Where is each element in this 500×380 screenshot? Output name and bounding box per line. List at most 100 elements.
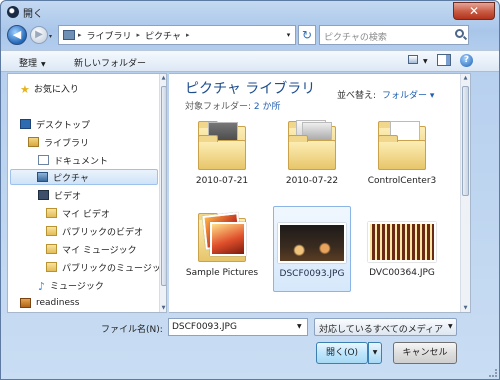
nav-label: ビデオ bbox=[54, 191, 82, 202]
nav-label: readiness bbox=[36, 298, 80, 308]
refresh-button[interactable]: ↻ bbox=[298, 25, 316, 45]
nav-label: ピクチャ bbox=[53, 173, 89, 184]
new-folder-button[interactable]: 新しいフォルダー bbox=[74, 56, 146, 69]
nav-item-pictures[interactable]: ピクチャ bbox=[10, 169, 158, 185]
scroll-up-icon[interactable]: ▲ bbox=[160, 75, 166, 81]
address-dropdown-icon[interactable]: ▾ bbox=[282, 25, 296, 45]
file-type-select[interactable]: 対応しているすべてのメディア bbox=[314, 318, 457, 336]
image-thumbnail bbox=[278, 211, 346, 267]
scroll-down-icon[interactable]: ▼ bbox=[160, 305, 166, 311]
image-item[interactable]: DVC00364.JPG bbox=[363, 206, 441, 279]
library-title: ピクチャ ライブラリ bbox=[185, 81, 316, 97]
folder-icon bbox=[46, 226, 57, 236]
library-subtitle: 対象フォルダー: 2 か所 bbox=[185, 99, 281, 112]
filename-dropdown-icon[interactable]: ▼ bbox=[297, 323, 302, 330]
arrange-dropdown[interactable]: フォルダー ▾ bbox=[382, 91, 434, 101]
breadcrumb-pictures[interactable]: ピクチャ bbox=[145, 29, 181, 42]
window-title: 開く bbox=[23, 9, 43, 20]
arrange-label: 並べ替え: bbox=[337, 91, 377, 101]
nav-label: お気に入り bbox=[33, 84, 79, 95]
view-icon[interactable] bbox=[408, 55, 418, 64]
title-bar: 開く ✕ bbox=[1, 1, 499, 23]
folder-icon bbox=[46, 208, 57, 218]
nav-item-my-videos[interactable]: マイ ビデオ bbox=[46, 205, 110, 221]
item-label: 2010-07-21 bbox=[195, 176, 249, 186]
nav-item-public-videos[interactable]: パブリックのビデオ bbox=[46, 223, 143, 239]
nav-item-desktop[interactable]: デスクトップ bbox=[20, 116, 90, 132]
nav-scroll-thumb[interactable] bbox=[161, 86, 166, 286]
folder-item[interactable]: 2010-07-21 bbox=[183, 114, 261, 187]
item-label: DVC00364.JPG bbox=[369, 268, 435, 278]
back-button[interactable]: ◀ bbox=[7, 25, 27, 45]
address-row: ◀ ▶ ▾ ▸ ライブラリ ▸ ピクチャ ▸ ▾ ↻ ピクチャの検索 bbox=[1, 23, 499, 47]
cancel-button[interactable]: キャンセル bbox=[393, 342, 457, 364]
breadcrumb-separator[interactable]: ▸ bbox=[186, 31, 190, 39]
nav-item-readiness[interactable]: readiness bbox=[20, 295, 79, 311]
nav-label: ドキュメント bbox=[54, 156, 109, 167]
organize-button[interactable]: 整理 ▼ bbox=[19, 56, 46, 69]
picture-icon bbox=[37, 172, 48, 182]
preview-pane-icon[interactable] bbox=[437, 54, 451, 66]
nav-label: デスクトップ bbox=[36, 120, 91, 131]
scroll-up-icon[interactable]: ▲ bbox=[461, 75, 470, 81]
folder-icon bbox=[46, 244, 57, 254]
content-scroll-thumb[interactable] bbox=[462, 86, 469, 196]
folder-icon bbox=[194, 118, 250, 174]
help-button[interactable]: ? bbox=[460, 54, 473, 67]
app-icon bbox=[7, 6, 19, 18]
content-scrollbar[interactable]: ▲ ▼ bbox=[460, 74, 470, 312]
folder-item[interactable]: 2010-07-22 bbox=[273, 114, 351, 187]
nav-item-my-music[interactable]: マイ ミュージック bbox=[46, 241, 137, 257]
filename-label: ファイル名(N): bbox=[101, 325, 163, 335]
organize-label: 整理 bbox=[19, 59, 38, 69]
content-pane[interactable]: ピクチャ ライブラリ 対象フォルダー: 2 か所 並べ替え: フォルダー ▾ 20… bbox=[169, 73, 471, 313]
folder-icon bbox=[374, 118, 430, 174]
chevron-down-icon[interactable]: ▼ bbox=[448, 323, 453, 330]
folder-item[interactable]: ControlCenter3 bbox=[363, 114, 441, 187]
history-dropdown-icon[interactable]: ▾ bbox=[49, 33, 52, 40]
nav-scrollbar[interactable]: ▲ ▼ bbox=[159, 74, 166, 312]
view-dropdown-icon[interactable]: ▼ bbox=[423, 58, 428, 65]
nav-label: ミュージック bbox=[50, 281, 104, 292]
library-locations-link[interactable]: 2 か所 bbox=[254, 102, 281, 112]
nav-item-favorites[interactable]: ★ お気に入り bbox=[20, 80, 79, 96]
nav-label: マイ ビデオ bbox=[62, 209, 110, 220]
arrange-by: 並べ替え: フォルダー ▾ bbox=[337, 88, 434, 101]
nav-item-videos[interactable]: ビデオ bbox=[38, 187, 81, 203]
folder-icon bbox=[284, 118, 340, 174]
search-input[interactable]: ピクチャの検索 bbox=[319, 25, 469, 45]
navigation-pane[interactable]: ★ お気に入り デスクトップ ライブラリ ドキュメント ピクチャ ビデオ マイ ビ… bbox=[7, 73, 167, 313]
folder-icon bbox=[194, 210, 250, 266]
library-icon bbox=[28, 137, 39, 147]
nav-item-public-music[interactable]: パブリックのミュージック bbox=[46, 259, 167, 275]
breadcrumb-libraries[interactable]: ライブラリ bbox=[87, 29, 132, 42]
nav-item-music[interactable]: ♪ ミュージック bbox=[38, 277, 104, 293]
image-thumbnail bbox=[368, 210, 436, 266]
item-label: ControlCenter3 bbox=[367, 176, 437, 186]
forward-button[interactable]: ▶ bbox=[30, 26, 48, 44]
item-label: 2010-07-22 bbox=[285, 176, 339, 186]
item-label: Sample Pictures bbox=[185, 268, 259, 278]
nav-item-libraries[interactable]: ライブラリ bbox=[28, 134, 89, 150]
open-button[interactable]: 開く(O) bbox=[316, 342, 368, 364]
nav-label: マイ ミュージック bbox=[62, 245, 137, 256]
item-label: DSCF0093.JPG bbox=[279, 269, 345, 279]
open-dialog: 開く ✕ ◀ ▶ ▾ ▸ ライブラリ ▸ ピクチャ ▸ ▾ ↻ ピクチャの検索 … bbox=[0, 0, 500, 380]
open-dropdown-icon[interactable]: ▼ bbox=[368, 342, 382, 364]
scroll-down-icon[interactable]: ▼ bbox=[461, 305, 470, 311]
home-icon bbox=[20, 298, 31, 308]
search-icon[interactable] bbox=[455, 29, 464, 38]
nav-label: パブリックのミュージック bbox=[62, 263, 167, 274]
breadcrumb-separator[interactable]: ▸ bbox=[78, 31, 82, 39]
image-item-selected[interactable]: DSCF0093.JPG bbox=[273, 206, 351, 292]
folder-item[interactable]: Sample Pictures bbox=[183, 206, 261, 279]
address-bar[interactable]: ▸ ライブラリ ▸ ピクチャ ▸ bbox=[58, 25, 293, 45]
document-icon bbox=[38, 155, 49, 165]
chevron-down-icon: ▼ bbox=[41, 61, 46, 68]
close-button[interactable]: ✕ bbox=[453, 2, 495, 20]
library-subtitle-prefix: 対象フォルダー: bbox=[185, 102, 252, 112]
filename-input[interactable]: DSCF0093.JPG bbox=[168, 318, 308, 336]
resize-grip-icon[interactable] bbox=[489, 369, 497, 377]
breadcrumb-separator[interactable]: ▸ bbox=[137, 31, 141, 39]
nav-item-documents[interactable]: ドキュメント bbox=[38, 152, 108, 168]
